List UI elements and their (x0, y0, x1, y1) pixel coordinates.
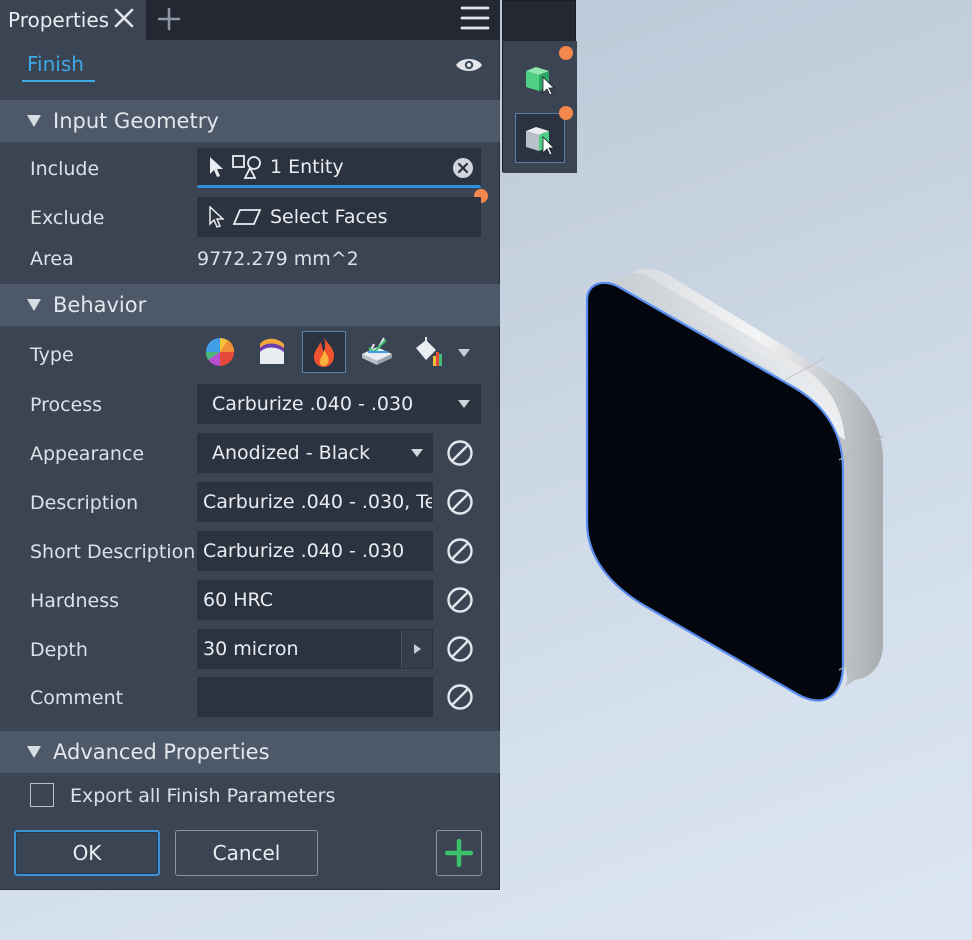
description-label: Description (30, 492, 139, 514)
close-icon[interactable] (112, 6, 136, 30)
type-paint-button[interactable] (249, 331, 293, 373)
area-value: 9772.279 mm^2 (197, 248, 359, 270)
process-dropdown[interactable]: Carburize .040 - .030 (197, 384, 481, 424)
area-label: Area (30, 248, 74, 270)
exclude-label: Exclude (30, 207, 105, 229)
depth-value: 30 micron (203, 638, 299, 660)
chevron-down-icon (458, 400, 470, 408)
chevron-down-icon (411, 449, 423, 457)
surface-texture-icon (362, 337, 392, 365)
export-parameters-checkbox[interactable] (30, 783, 54, 807)
include-value: 1 Entity (270, 156, 344, 178)
add-tab-icon[interactable] (156, 6, 182, 32)
color-wheel-icon (205, 338, 235, 366)
include-selector[interactable]: 1 Entity (197, 148, 481, 188)
cursor-arrow-icon (209, 206, 224, 228)
exclude-value: Select Faces (270, 206, 388, 228)
type-surface-finish-button[interactable] (355, 331, 399, 373)
tab-title: Properties (8, 8, 110, 32)
model-rounded-plate[interactable] (575, 260, 895, 720)
no-override-icon[interactable] (446, 537, 474, 565)
collapse-triangle-icon (27, 115, 41, 127)
selection-filter-toolbar (502, 0, 577, 173)
section-advanced-properties[interactable]: Advanced Properties (0, 731, 500, 773)
include-label: Include (30, 158, 100, 180)
section-behavior[interactable]: Behavior (0, 284, 500, 326)
properties-panel: Properties Finish Input Geometry Include (0, 0, 500, 890)
section-title: Input Geometry (53, 109, 219, 133)
flame-icon (314, 337, 335, 367)
collapse-triangle-icon (27, 746, 41, 758)
no-override-icon[interactable] (446, 683, 474, 711)
hardness-label: Hardness (30, 590, 119, 612)
short-description-input[interactable]: Carburize .040 - .030 (197, 531, 433, 571)
paint-cube-icon (260, 338, 284, 364)
eye-icon[interactable] (455, 55, 483, 75)
export-parameters-label: Export all Finish Parameters (70, 785, 336, 807)
hardness-input[interactable]: 60 HRC (197, 580, 433, 620)
cancel-button[interactable]: Cancel (175, 830, 318, 876)
face-select-icon (232, 209, 262, 225)
finish-tab[interactable]: Finish (22, 52, 95, 82)
collapse-triangle-icon (27, 299, 41, 311)
type-label: Type (30, 344, 74, 366)
short-description-value: Carburize .040 - .030 (203, 540, 405, 562)
hamburger-menu-icon[interactable] (460, 5, 490, 31)
cube-face-select-icon (526, 127, 555, 155)
filter-indicator-dot (559, 46, 573, 60)
cursor-arrow-icon (210, 157, 223, 177)
no-override-icon[interactable] (446, 488, 474, 516)
ok-button[interactable]: OK (14, 830, 160, 876)
select-bodies-button[interactable] (515, 53, 565, 103)
description-value: Carburize .040 - .030, Temper (203, 491, 432, 513)
no-override-icon[interactable] (446, 635, 474, 663)
entity-shapes-icon (232, 155, 261, 179)
appearance-dropdown[interactable]: Anodized - Black (197, 433, 433, 473)
hardness-value: 60 HRC (203, 589, 274, 611)
type-dropdown-caret-icon[interactable] (458, 349, 470, 357)
appearance-label: Appearance (30, 443, 145, 465)
process-label: Process (30, 394, 103, 416)
process-value: Carburize .040 - .030 (212, 393, 414, 415)
chevron-right-icon (414, 644, 421, 654)
apply-add-button[interactable] (436, 830, 482, 876)
depth-input[interactable]: 30 micron (197, 629, 433, 669)
section-input-geometry[interactable]: Input Geometry (0, 100, 500, 142)
description-input[interactable]: Carburize .040 - .030, Temper (197, 482, 433, 522)
comment-input[interactable] (197, 677, 433, 717)
plus-icon (445, 839, 473, 867)
depth-label: Depth (30, 639, 88, 661)
clear-selection-icon[interactable] (452, 157, 474, 179)
exclude-selector[interactable]: Select Faces (197, 197, 481, 237)
type-material-coating-button[interactable] (406, 331, 450, 373)
no-override-icon[interactable] (446, 586, 474, 614)
appearance-value: Anodized - Black (212, 442, 371, 464)
paint-bucket-icon (416, 337, 442, 366)
section-title: Advanced Properties (53, 740, 270, 764)
depth-flyout-button[interactable] (401, 630, 432, 668)
cube-select-icon (526, 67, 555, 95)
type-heat-treatment-button[interactable] (302, 331, 346, 373)
filter-indicator-dot (559, 106, 573, 120)
type-appearance-button[interactable] (198, 331, 242, 373)
tab-bar: Properties (0, 0, 500, 40)
comment-label: Comment (30, 687, 124, 709)
select-faces-button[interactable] (515, 113, 565, 163)
short-description-label: Short Description (30, 541, 196, 563)
no-override-icon[interactable] (446, 439, 474, 467)
section-title: Behavior (53, 293, 147, 317)
